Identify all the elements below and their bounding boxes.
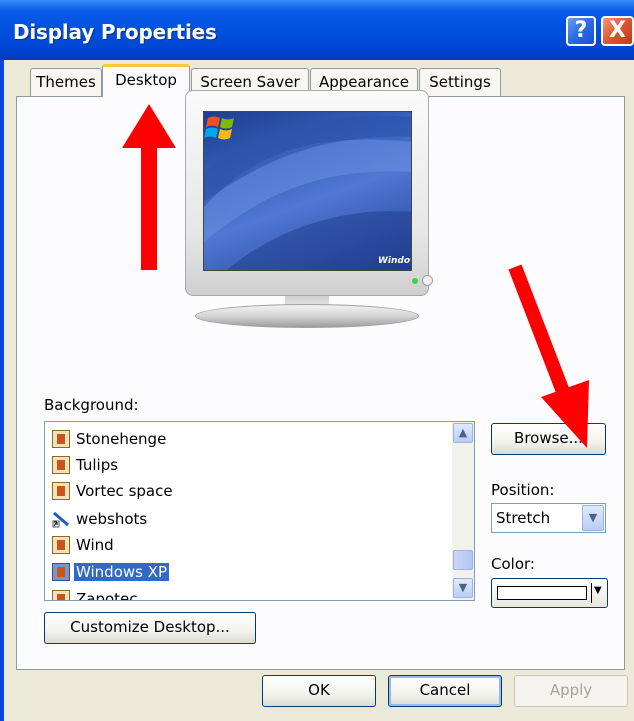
power-button-icon — [422, 275, 433, 286]
tab-desktop[interactable]: Desktop — [102, 64, 190, 97]
list-item-label: Stonehenge — [76, 430, 167, 448]
image-file-icon — [52, 563, 70, 581]
window-title: Display Properties — [13, 20, 217, 44]
list-item-selected[interactable]: Windows XP — [52, 559, 170, 585]
scroll-up-arrow-icon[interactable]: ▲ — [453, 423, 473, 443]
preview-screen: Windows — [203, 111, 412, 271]
monitor-frame: Windows — [185, 90, 433, 296]
color-picker-divider — [591, 583, 592, 603]
up-arrow-annotation-icon — [122, 104, 176, 270]
list-item-label: Zapotec — [76, 590, 138, 601]
list-item[interactable]: Tulips — [52, 452, 120, 478]
list-item[interactable]: Vortec space — [52, 478, 175, 504]
list-item-label: webshots — [76, 510, 148, 528]
desktop-preview-monitor: Windows — [185, 90, 433, 328]
monitor-stand — [195, 304, 419, 328]
ok-button[interactable]: OK — [262, 675, 376, 707]
listbox-scrollbar[interactable]: ▲ ▼ — [452, 422, 474, 600]
dropdown-arrow-icon: ▼ — [594, 585, 602, 596]
image-file-icon — [52, 456, 70, 474]
customize-desktop-button[interactable]: Customize Desktop... — [44, 612, 256, 644]
color-picker-button[interactable]: ▼ — [491, 578, 608, 608]
list-item-label: Tulips — [76, 456, 119, 474]
tab-settings[interactable]: Settings — [419, 68, 501, 96]
apply-button[interactable]: Apply — [514, 675, 628, 707]
background-label: Background: — [44, 396, 139, 414]
list-item[interactable]: Wind — [52, 532, 116, 558]
image-file-icon — [52, 430, 70, 448]
help-button[interactable]: ? — [566, 16, 596, 46]
color-swatch — [497, 586, 587, 600]
color-label: Color: — [491, 555, 535, 573]
position-select-value: Stretch — [496, 509, 551, 527]
background-listbox[interactable]: Stonehenge Tulips Vortec space webshots … — [44, 421, 475, 601]
power-led — [412, 278, 418, 284]
image-file-icon — [52, 482, 70, 500]
cancel-button[interactable]: Cancel — [388, 675, 502, 707]
chevron-down-icon[interactable]: ▼ — [582, 505, 604, 531]
image-file-icon — [52, 590, 70, 600]
list-item-label: Windows XP — [74, 563, 170, 581]
list-item[interactable]: Stonehenge — [52, 426, 168, 452]
tab-themes[interactable]: Themes — [30, 68, 102, 96]
windows-logo-text: Windows — [378, 256, 411, 266]
position-label: Position: — [491, 481, 555, 499]
title-bar[interactable]: Display Properties ? X — [0, 0, 634, 60]
list-item[interactable]: Zapotec — [52, 586, 140, 601]
list-item-label: Vortec space — [76, 482, 173, 500]
scrollbar-thumb[interactable] — [453, 550, 473, 570]
close-button[interactable]: X — [601, 16, 634, 46]
list-item-label: Wind — [76, 536, 114, 554]
scroll-down-arrow-icon[interactable]: ▼ — [453, 578, 473, 598]
position-select[interactable]: Stretch ▼ — [491, 503, 606, 533]
list-item[interactable]: webshots — [52, 506, 149, 532]
windows-flag-icon — [204, 116, 234, 140]
shortcut-icon — [52, 511, 69, 528]
down-arrow-annotation-icon — [508, 264, 589, 448]
image-file-icon — [52, 536, 70, 554]
